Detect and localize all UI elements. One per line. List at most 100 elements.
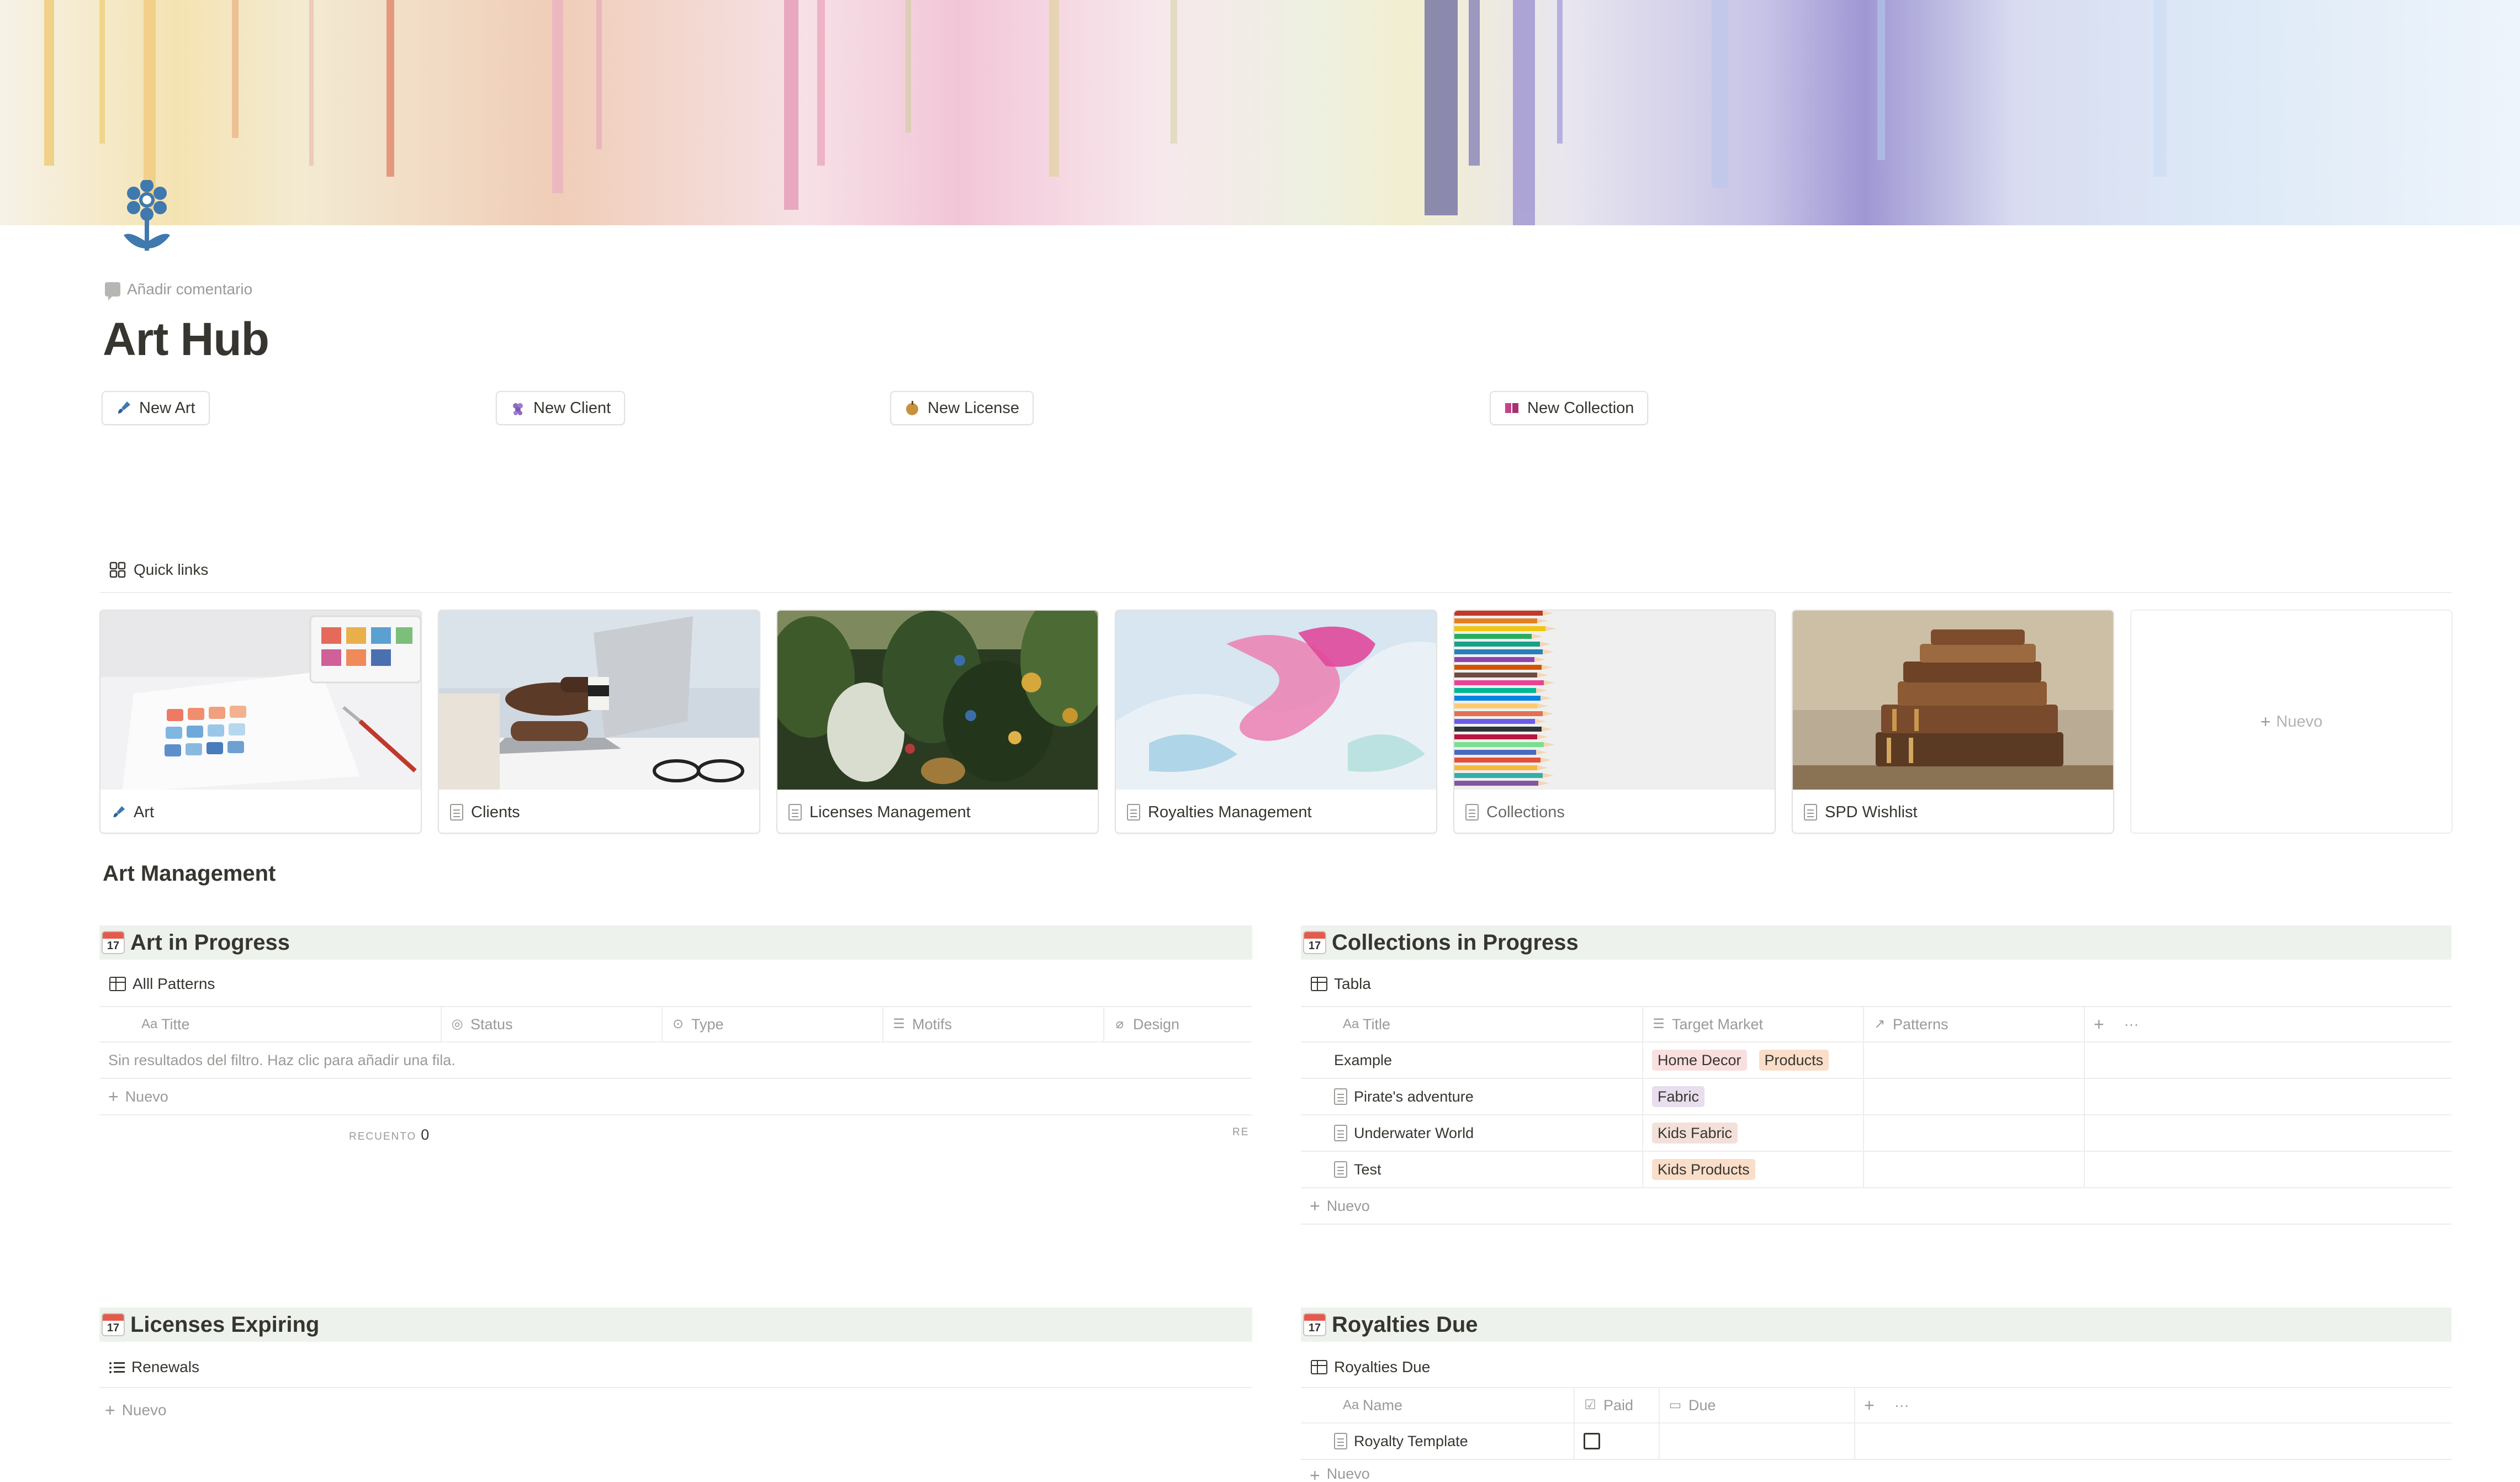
view-tab-label: Renewals xyxy=(131,1358,199,1375)
table-icon xyxy=(1311,977,1327,991)
column-header-title[interactable]: Aa Title xyxy=(1334,1007,1642,1041)
column-header-motifs[interactable]: ☰ Motifs xyxy=(882,1007,1103,1041)
row-target-market[interactable]: Kids Products xyxy=(1642,1152,1863,1187)
licenses-expiring-heading: 17 Licenses Expiring xyxy=(99,1308,1252,1342)
quick-links-gallery: Art Clients Licenses Management Royaltie… xyxy=(99,610,2453,834)
row-title-cell[interactable]: Royalty Template xyxy=(1325,1423,1574,1459)
comment-icon xyxy=(105,282,120,300)
add-comment-button[interactable]: Añadir comentario xyxy=(105,279,252,300)
row-patterns[interactable] xyxy=(1863,1115,2084,1151)
row-target-market[interactable]: Fabric xyxy=(1642,1079,1863,1114)
column-header-due[interactable]: ▭ Due xyxy=(1659,1388,1854,1422)
empty-filter-row[interactable]: Sin resultados del filtro. Haz clic para… xyxy=(99,1042,1252,1079)
new-collection-button[interactable]: New Collection xyxy=(1490,391,1649,425)
page-icon xyxy=(450,804,463,821)
text-property-icon: Aa xyxy=(1343,1017,1359,1031)
table-row[interactable]: Royalty Template xyxy=(1301,1423,2452,1460)
card-spd-wishlist[interactable]: SPD Wishlist xyxy=(1792,610,2114,834)
relation-arrow-icon: ↗ xyxy=(1873,1017,1886,1031)
new-row-label: Nuevo xyxy=(1326,1197,1370,1214)
row-title-cell[interactable]: Pirate's adventure xyxy=(1325,1079,1642,1114)
art-in-progress-title: Art in Progress xyxy=(130,930,290,955)
row-title[interactable]: Example xyxy=(1325,1042,1642,1078)
column-header-status[interactable]: ◎ Status xyxy=(441,1007,661,1041)
view-tab-label: Royalties Due xyxy=(1334,1358,1431,1375)
table-row[interactable]: Pirate's adventure Fabric xyxy=(1301,1079,2452,1115)
table-icon xyxy=(1311,1360,1327,1374)
card-royalties-label: Royalties Management xyxy=(1148,803,1312,821)
new-row-button[interactable]: + Nuevo xyxy=(1301,1188,2452,1225)
new-row-button[interactable]: + Nuevo xyxy=(99,1079,1252,1115)
row-patterns[interactable] xyxy=(1863,1079,2084,1114)
quick-links-header[interactable]: Quick links xyxy=(109,561,208,579)
flower-icon[interactable] xyxy=(118,180,176,257)
collections-table: Aa Title ☰ Target Market ↗ Patterns + ··… xyxy=(1301,1007,2452,1226)
card-royalties-management[interactable]: Royalties Management xyxy=(1115,610,1437,834)
count-summary-truncated[interactable]: RE xyxy=(1232,1126,1249,1139)
more-options-icon[interactable]: ··· xyxy=(1894,1397,1909,1414)
checkbox-property-icon: ☑ xyxy=(1584,1398,1596,1412)
row-due[interactable] xyxy=(1659,1423,1854,1459)
column-header-name[interactable]: Aa Name xyxy=(1334,1388,1605,1422)
column-header-patterns[interactable]: ↗ Patterns xyxy=(1863,1007,2084,1041)
page-icon xyxy=(788,804,802,821)
row-title-cell[interactable]: Underwater World xyxy=(1325,1115,1642,1151)
new-card-button[interactable]: + Nuevo xyxy=(2130,610,2453,834)
view-tab-renewals[interactable]: Renewals xyxy=(109,1356,199,1378)
royalties-due-heading: 17 Royalties Due xyxy=(1301,1308,2452,1342)
new-item-button[interactable]: + Nuevo xyxy=(105,1399,167,1421)
more-options-icon[interactable]: ··· xyxy=(2124,1016,2139,1033)
row-target-market[interactable]: Home Decor Products xyxy=(1642,1042,1863,1078)
table-row[interactable]: Example Home Decor Products xyxy=(1301,1042,2452,1079)
paid-checkbox[interactable] xyxy=(1584,1433,1600,1449)
card-spd-image xyxy=(1793,611,2113,790)
column-header-titte[interactable]: Aa Titte xyxy=(133,1007,441,1041)
row-title: Test xyxy=(1354,1161,1381,1178)
divider xyxy=(99,1387,1252,1388)
column-header-target-market[interactable]: ☰ Target Market xyxy=(1642,1007,1863,1041)
view-tab-royalties-due[interactable]: Royalties Due xyxy=(1311,1356,1430,1378)
new-art-button[interactable]: New Art xyxy=(102,391,210,425)
count-summary[interactable]: RECUENTO 0 xyxy=(349,1126,429,1144)
tag-kids-fabric: Kids Fabric xyxy=(1652,1123,1738,1144)
licenses-expiring-title: Licenses Expiring xyxy=(130,1312,320,1337)
view-tab-tabla[interactable]: Tabla xyxy=(1311,973,1371,995)
table-header-row: Aa Name ☑ Paid ▭ Due + ··· xyxy=(1301,1388,2452,1423)
row-title-cell[interactable]: Test xyxy=(1325,1152,1642,1187)
card-art-image xyxy=(100,611,421,790)
paintbrush-icon xyxy=(118,401,130,414)
gallery-icon xyxy=(109,562,126,578)
plus-icon: + xyxy=(2094,1014,2104,1034)
plus-icon: + xyxy=(1310,1195,1320,1216)
row-empty xyxy=(2084,1152,2452,1187)
paintbrush-icon xyxy=(113,806,125,818)
view-tab-alll-patterns[interactable]: Alll Patterns xyxy=(109,973,215,995)
row-empty xyxy=(1854,1423,2452,1459)
row-patterns[interactable] xyxy=(1863,1042,2084,1078)
add-column-button[interactable]: + ··· xyxy=(2084,1007,2194,1041)
table-row[interactable]: Underwater World Kids Fabric xyxy=(1301,1115,2452,1152)
tag-fabric: Fabric xyxy=(1652,1086,1705,1107)
row-target-market[interactable]: Kids Fabric xyxy=(1642,1115,1863,1151)
add-column-button[interactable]: + ··· xyxy=(1854,1388,1965,1422)
new-row-button[interactable]: + Nuevo xyxy=(1301,1460,2452,1482)
card-clients[interactable]: Clients xyxy=(438,610,760,834)
column-header-paid[interactable]: ☑ Paid xyxy=(1574,1388,1659,1422)
card-art[interactable]: Art xyxy=(99,610,422,834)
new-license-button[interactable]: New License xyxy=(890,391,1034,425)
table-header-row: Aa Titte ◎ Status ⊙ Type ☰ Motifs ⌀ Desi… xyxy=(99,1007,1252,1042)
table-row[interactable]: Test Kids Products xyxy=(1301,1152,2452,1188)
page-title[interactable]: Art Hub xyxy=(103,313,269,366)
column-header-design[interactable]: ⌀ Design xyxy=(1103,1007,1252,1041)
new-client-button[interactable]: New Client xyxy=(496,391,626,425)
royalties-due-title: Royalties Due xyxy=(1332,1312,1478,1337)
row-patterns[interactable] xyxy=(1863,1152,2084,1187)
page-icon xyxy=(1334,1088,1347,1105)
page-icon xyxy=(1465,804,1479,821)
new-collection-label: New Collection xyxy=(1527,399,1634,417)
card-collections[interactable]: Collections xyxy=(1453,610,1776,834)
card-licenses-management[interactable]: Licenses Management xyxy=(776,610,1099,834)
column-header-type[interactable]: ⊙ Type xyxy=(661,1007,882,1041)
text-property-icon: Aa xyxy=(141,1017,158,1031)
row-paid-cell xyxy=(1574,1423,1659,1459)
